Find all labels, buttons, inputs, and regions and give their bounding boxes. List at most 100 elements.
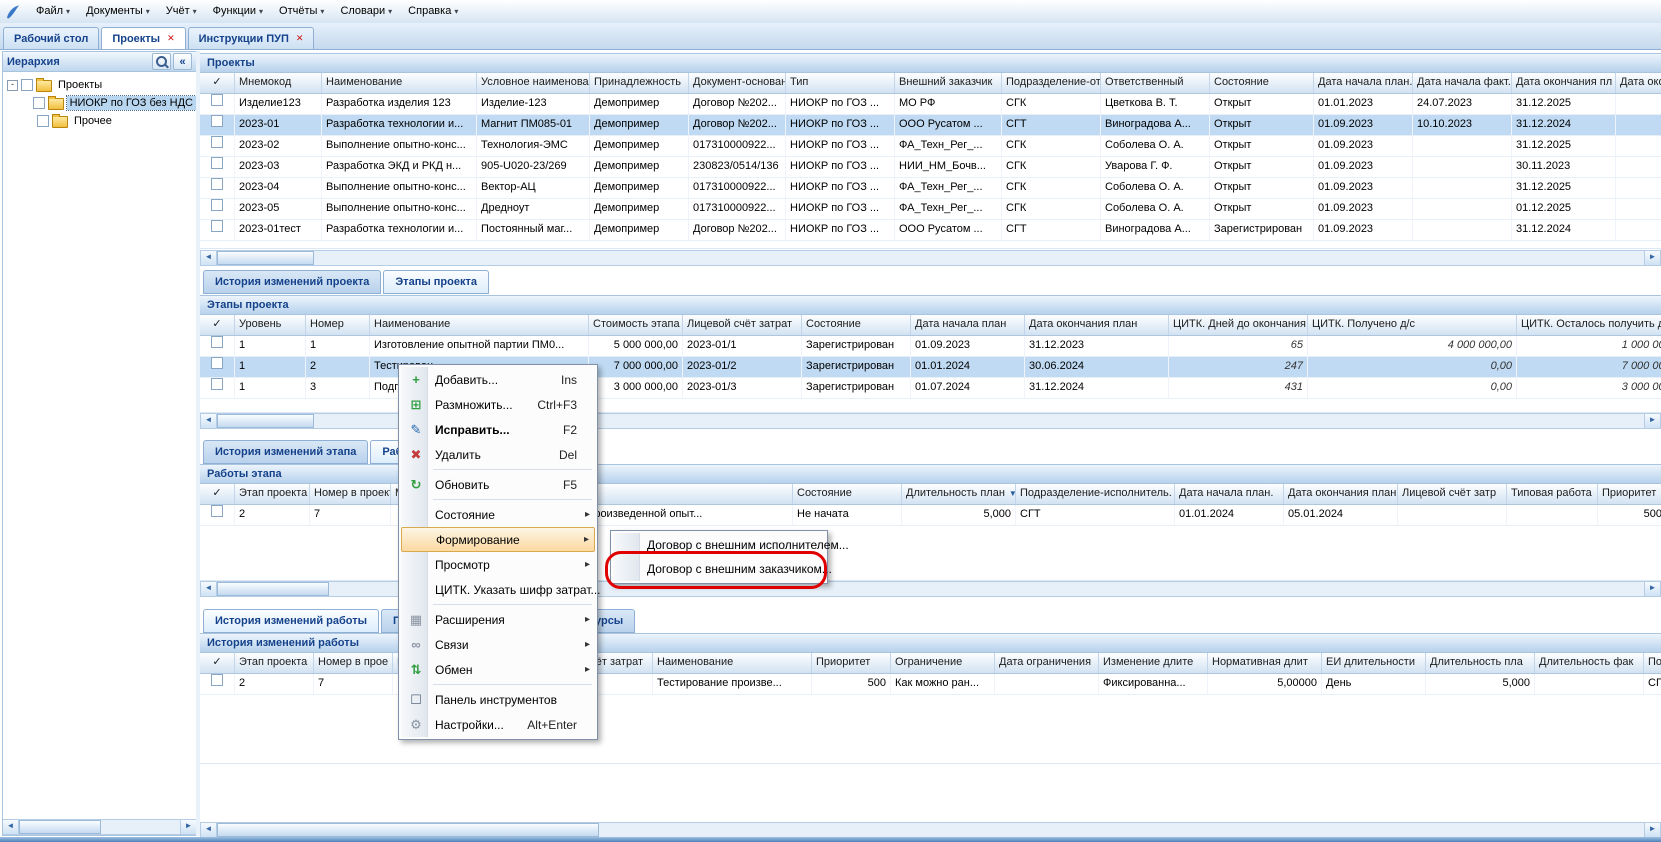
- tree-checkbox[interactable]: [37, 115, 49, 127]
- column-header[interactable]: Внешний заказчик: [895, 73, 1002, 93]
- scroll-track[interactable]: [101, 820, 180, 834]
- column-header[interactable]: Приоритет: [812, 653, 891, 673]
- menubar-item[interactable]: Документы▾: [78, 2, 158, 21]
- scroll-thumb[interactable]: [217, 823, 599, 837]
- column-header[interactable]: Лицевой счёт затр: [1398, 484, 1507, 504]
- menu-item[interactable]: Состояние▸: [401, 502, 595, 527]
- column-header[interactable]: Подразделение-от: [1002, 73, 1101, 93]
- document-tab[interactable]: Проекты✕: [101, 27, 185, 49]
- menubar-item[interactable]: Словари▾: [332, 2, 400, 21]
- scroll-right-button[interactable]: ►: [1644, 823, 1660, 837]
- column-header[interactable]: Уровень: [235, 315, 306, 335]
- project-subtab[interactable]: История изменений проекта: [203, 270, 381, 294]
- scroll-right-button[interactable]: ►: [1644, 582, 1660, 596]
- column-header[interactable]: Дата начала факт.: [1413, 73, 1512, 93]
- column-header[interactable]: Наименование: [322, 73, 477, 93]
- row-checkbox[interactable]: [211, 157, 223, 169]
- scroll-left-button[interactable]: ◄: [3, 820, 19, 834]
- column-header[interactable]: Дата начала план: [911, 315, 1025, 335]
- scroll-left-button[interactable]: ◄: [201, 582, 217, 596]
- column-header[interactable]: Состояние: [1210, 73, 1314, 93]
- menu-item[interactable]: ⚙Настройки...Alt+Enter: [401, 712, 595, 737]
- menubar-item[interactable]: Справка▾: [400, 2, 466, 21]
- scroll-right-button[interactable]: ►: [1644, 251, 1660, 265]
- row-checkbox[interactable]: [211, 115, 223, 127]
- column-header[interactable]: Подразделение-исполнитель.: [1016, 484, 1175, 504]
- scroll-left-button[interactable]: ◄: [201, 823, 217, 837]
- column-header[interactable]: Состояние: [793, 484, 902, 504]
- column-header[interactable]: Дата начала план.: [1175, 484, 1284, 504]
- tree-checkbox[interactable]: [21, 79, 33, 91]
- table-row[interactable]: 11Изготовление опытной партии ПМ0...5 00…: [200, 336, 1661, 357]
- scroll-thumb[interactable]: [217, 582, 329, 596]
- column-header[interactable]: Длительность пла: [1426, 653, 1535, 673]
- work-subtab[interactable]: История изменений работы: [203, 609, 379, 633]
- column-header[interactable]: Этап проекта: [235, 484, 310, 504]
- column-header[interactable]: Условное наименова: [477, 73, 590, 93]
- scroll-track[interactable]: [599, 823, 1644, 837]
- menubar-item[interactable]: Учёт▾: [158, 2, 205, 21]
- table-row[interactable]: 2023-05Выполнение опытно-конс...Дредноут…: [200, 199, 1661, 220]
- menu-item[interactable]: ⇅Обмен▸: [401, 657, 595, 682]
- scroll-left-button[interactable]: ◄: [201, 251, 217, 265]
- column-header[interactable]: Длительность фак: [1535, 653, 1644, 673]
- row-checkbox[interactable]: [211, 378, 223, 390]
- collapse-panel-button[interactable]: «: [173, 53, 192, 70]
- column-header[interactable]: Номер в прое: [314, 653, 393, 673]
- scroll-thumb[interactable]: [217, 251, 314, 265]
- column-header[interactable]: Дата окончания план: [1025, 315, 1169, 335]
- document-tab[interactable]: Инструкции ПУП✕: [188, 27, 315, 49]
- column-header[interactable]: Состояние: [802, 315, 911, 335]
- column-header[interactable]: ✓: [200, 315, 235, 335]
- tree-item[interactable]: -Проекты: [3, 76, 196, 94]
- menu-item[interactable]: ▦Расширения▸: [401, 607, 595, 632]
- close-icon[interactable]: ✕: [296, 33, 304, 44]
- column-header[interactable]: Этап проекта: [235, 653, 314, 673]
- table-row[interactable]: 2023-01тестРазработка технологии и...Пос…: [200, 220, 1661, 241]
- menu-item[interactable]: Договор с внешним исполнителем...: [613, 533, 825, 557]
- menu-item[interactable]: Просмотр▸: [401, 552, 595, 577]
- column-header[interactable]: Ответственный: [1101, 73, 1210, 93]
- column-header[interactable]: Номер: [306, 315, 370, 335]
- scroll-thumb[interactable]: [217, 414, 314, 428]
- row-checkbox[interactable]: [211, 94, 223, 106]
- column-header[interactable]: Мнемокод: [235, 73, 322, 93]
- column-header[interactable]: Приоритет: [1598, 484, 1661, 504]
- column-header[interactable]: Лицевой счёт затрат: [683, 315, 802, 335]
- column-header[interactable]: Стоимость этапа: [589, 315, 683, 335]
- column-header[interactable]: Типовая работа: [1507, 484, 1598, 504]
- column-header[interactable]: Длительность план▼: [902, 484, 1016, 504]
- tree-item[interactable]: Прочее: [3, 112, 196, 130]
- column-header[interactable]: ✓: [200, 653, 235, 673]
- row-checkbox[interactable]: [211, 178, 223, 190]
- menu-item[interactable]: ☐Панель инструментов: [401, 687, 595, 712]
- row-checkbox[interactable]: [211, 336, 223, 348]
- menu-item[interactable]: Формирование▸: [401, 527, 595, 552]
- column-header[interactable]: ЕИ длительности: [1322, 653, 1426, 673]
- row-checkbox[interactable]: [211, 220, 223, 232]
- menu-item[interactable]: ЦИТК. Указать шифр затрат...: [401, 577, 595, 602]
- table-row[interactable]: Изделие123Разработка изделия 123Изделие-…: [200, 94, 1661, 115]
- table-row[interactable]: 2023-03Разработка ЭКД и РКД н...905-U020…: [200, 157, 1661, 178]
- menu-item[interactable]: Договор с внешним заказчиком...: [613, 557, 825, 581]
- menu-item[interactable]: ∞Связи▸: [401, 632, 595, 657]
- column-header[interactable]: Дата окончания пл: [1512, 73, 1616, 93]
- close-icon[interactable]: ✕: [167, 33, 175, 44]
- column-header[interactable]: ✓: [200, 73, 235, 93]
- stage-subtab[interactable]: История изменений этапа: [203, 440, 368, 464]
- menu-item[interactable]: ✎Исправить...F2: [401, 417, 595, 442]
- scroll-right-button[interactable]: ►: [1644, 414, 1660, 428]
- column-header[interactable]: Тип: [786, 73, 895, 93]
- column-header[interactable]: Ограничение: [891, 653, 995, 673]
- menu-item[interactable]: ↻ОбновитьF5: [401, 472, 595, 497]
- column-header[interactable]: Наименование: [653, 653, 812, 673]
- tree-checkbox[interactable]: [33, 97, 45, 109]
- column-header[interactable]: Наименование: [370, 315, 589, 335]
- column-header[interactable]: Изменение длите: [1099, 653, 1208, 673]
- column-header[interactable]: ✓: [200, 484, 235, 504]
- scroll-right-button[interactable]: ►: [180, 820, 196, 834]
- row-checkbox[interactable]: [211, 357, 223, 369]
- row-checkbox[interactable]: [211, 505, 223, 517]
- tree-expander-icon[interactable]: -: [7, 80, 18, 91]
- column-header[interactable]: Дата начала план.: [1314, 73, 1413, 93]
